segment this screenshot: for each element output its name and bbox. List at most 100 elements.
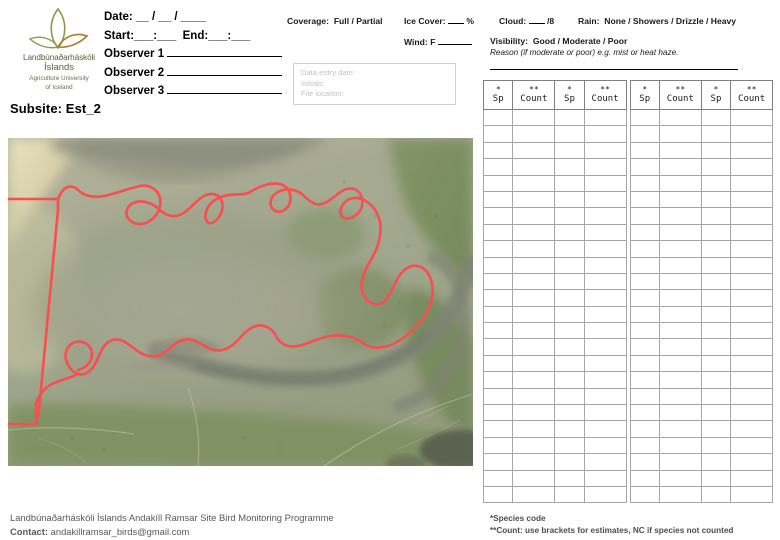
table-cell-count[interactable] — [583, 485, 627, 504]
table-cell-count[interactable] — [583, 158, 627, 176]
table-cell-count[interactable] — [583, 207, 627, 225]
table-cell-count[interactable] — [730, 174, 773, 192]
table-cell-count[interactable] — [658, 305, 702, 324]
table-cell-sp[interactable] — [700, 485, 732, 504]
table-cell-count[interactable] — [658, 469, 702, 487]
table-cell-count[interactable] — [730, 272, 773, 291]
cloud-input-rule[interactable] — [528, 23, 545, 24]
table-cell-sp[interactable] — [482, 453, 514, 471]
table-cell-sp[interactable] — [700, 158, 732, 176]
table-cell-sp[interactable] — [482, 240, 514, 258]
table-cell-sp[interactable] — [700, 240, 732, 258]
table-cell-count[interactable] — [583, 469, 627, 487]
table-cell-count[interactable] — [583, 256, 627, 274]
table-cell-count[interactable] — [512, 141, 556, 160]
table-cell-sp[interactable] — [629, 190, 660, 209]
ice-cover-input-rule[interactable] — [447, 23, 464, 24]
table-cell-sp[interactable] — [554, 272, 585, 291]
table-cell-count[interactable] — [583, 453, 627, 471]
table-cell-count[interactable] — [658, 453, 702, 471]
table-cell-sp[interactable] — [554, 256, 585, 274]
table-cell-count[interactable] — [512, 108, 556, 127]
wind-input-rule[interactable] — [437, 44, 472, 45]
table-cell-count[interactable] — [730, 338, 773, 356]
time-field[interactable]: Start:___:___ End:___:___ — [104, 27, 294, 46]
table-cell-sp[interactable] — [629, 371, 660, 389]
table-cell-count[interactable] — [583, 289, 627, 307]
table-cell-count[interactable] — [730, 453, 773, 471]
table-cell-sp[interactable] — [482, 436, 514, 455]
table-cell-count[interactable] — [730, 354, 773, 373]
ice-cover-field[interactable]: Ice Cover: % — [404, 16, 474, 26]
table-cell-count[interactable] — [512, 354, 556, 373]
table-cell-count[interactable] — [730, 387, 773, 406]
table-cell-sp[interactable] — [554, 125, 585, 143]
table-cell-sp[interactable] — [700, 322, 732, 340]
rain-options[interactable]: None / Showers / Drizzle / Heavy — [604, 16, 736, 26]
table-cell-count[interactable] — [658, 338, 702, 356]
table-cell-sp[interactable] — [700, 190, 732, 209]
table-cell-sp[interactable] — [629, 289, 660, 307]
table-cell-sp[interactable] — [554, 141, 585, 160]
table-cell-count[interactable] — [730, 158, 773, 176]
table-cell-sp[interactable] — [629, 453, 660, 471]
table-cell-sp[interactable] — [700, 108, 732, 127]
table-cell-sp[interactable] — [629, 469, 660, 487]
table-cell-count[interactable] — [512, 436, 556, 455]
table-cell-count[interactable] — [730, 485, 773, 504]
data-entry-box[interactable]: Data entry date: Initials: File location… — [293, 63, 456, 105]
observer-1-field[interactable]: Observer 1 — [104, 45, 294, 64]
table-cell-sp[interactable] — [700, 420, 732, 438]
table-cell-count[interactable] — [583, 305, 627, 324]
table-cell-sp[interactable] — [629, 436, 660, 455]
table-cell-sp[interactable] — [482, 305, 514, 324]
table-cell-count[interactable] — [512, 207, 556, 225]
table-cell-count[interactable] — [730, 404, 773, 422]
table-cell-count[interactable] — [730, 256, 773, 274]
table-cell-count[interactable] — [583, 272, 627, 291]
table-cell-count[interactable] — [512, 387, 556, 406]
table-cell-sp[interactable] — [629, 141, 660, 160]
table-cell-count[interactable] — [658, 108, 702, 127]
table-cell-count[interactable] — [658, 141, 702, 160]
table-cell-count[interactable] — [658, 207, 702, 225]
table-cell-sp[interactable] — [700, 272, 732, 291]
table-cell-count[interactable] — [583, 141, 627, 160]
table-cell-sp[interactable] — [554, 371, 585, 389]
table-cell-sp[interactable] — [482, 108, 514, 127]
table-cell-count[interactable] — [583, 190, 627, 209]
table-cell-count[interactable] — [730, 240, 773, 258]
table-cell-count[interactable] — [583, 108, 627, 127]
table-cell-sp[interactable] — [629, 354, 660, 373]
table-cell-sp[interactable] — [629, 272, 660, 291]
table-cell-count[interactable] — [730, 125, 773, 143]
table-cell-count[interactable] — [730, 322, 773, 340]
table-cell-sp[interactable] — [482, 207, 514, 225]
table-cell-sp[interactable] — [482, 420, 514, 438]
table-cell-sp[interactable] — [554, 485, 585, 504]
table-cell-count[interactable] — [583, 174, 627, 192]
table-cell-count[interactable] — [583, 322, 627, 340]
table-cell-sp[interactable] — [554, 354, 585, 373]
table-cell-sp[interactable] — [629, 256, 660, 274]
cloud-field[interactable]: Cloud: /8 — [499, 16, 554, 26]
table-cell-count[interactable] — [658, 240, 702, 258]
table-cell-count[interactable] — [730, 207, 773, 225]
table-cell-count[interactable] — [658, 190, 702, 209]
table-cell-count[interactable] — [583, 371, 627, 389]
table-cell-sp[interactable] — [554, 322, 585, 340]
table-cell-sp[interactable] — [700, 125, 732, 143]
table-cell-count[interactable] — [658, 256, 702, 274]
date-field[interactable]: Date: __ / __ / ____ — [104, 8, 294, 27]
table-cell-sp[interactable] — [700, 469, 732, 487]
table-cell-count[interactable] — [658, 322, 702, 340]
table-cell-count[interactable] — [512, 453, 556, 471]
table-cell-count[interactable] — [730, 289, 773, 307]
table-cell-sp[interactable] — [629, 338, 660, 356]
table-cell-count[interactable] — [730, 436, 773, 455]
aerial-subsite-map[interactable] — [8, 138, 473, 466]
table-cell-count[interactable] — [583, 404, 627, 422]
table-cell-sp[interactable] — [554, 289, 585, 307]
table-cell-count[interactable] — [658, 272, 702, 291]
table-cell-count[interactable] — [512, 190, 556, 209]
